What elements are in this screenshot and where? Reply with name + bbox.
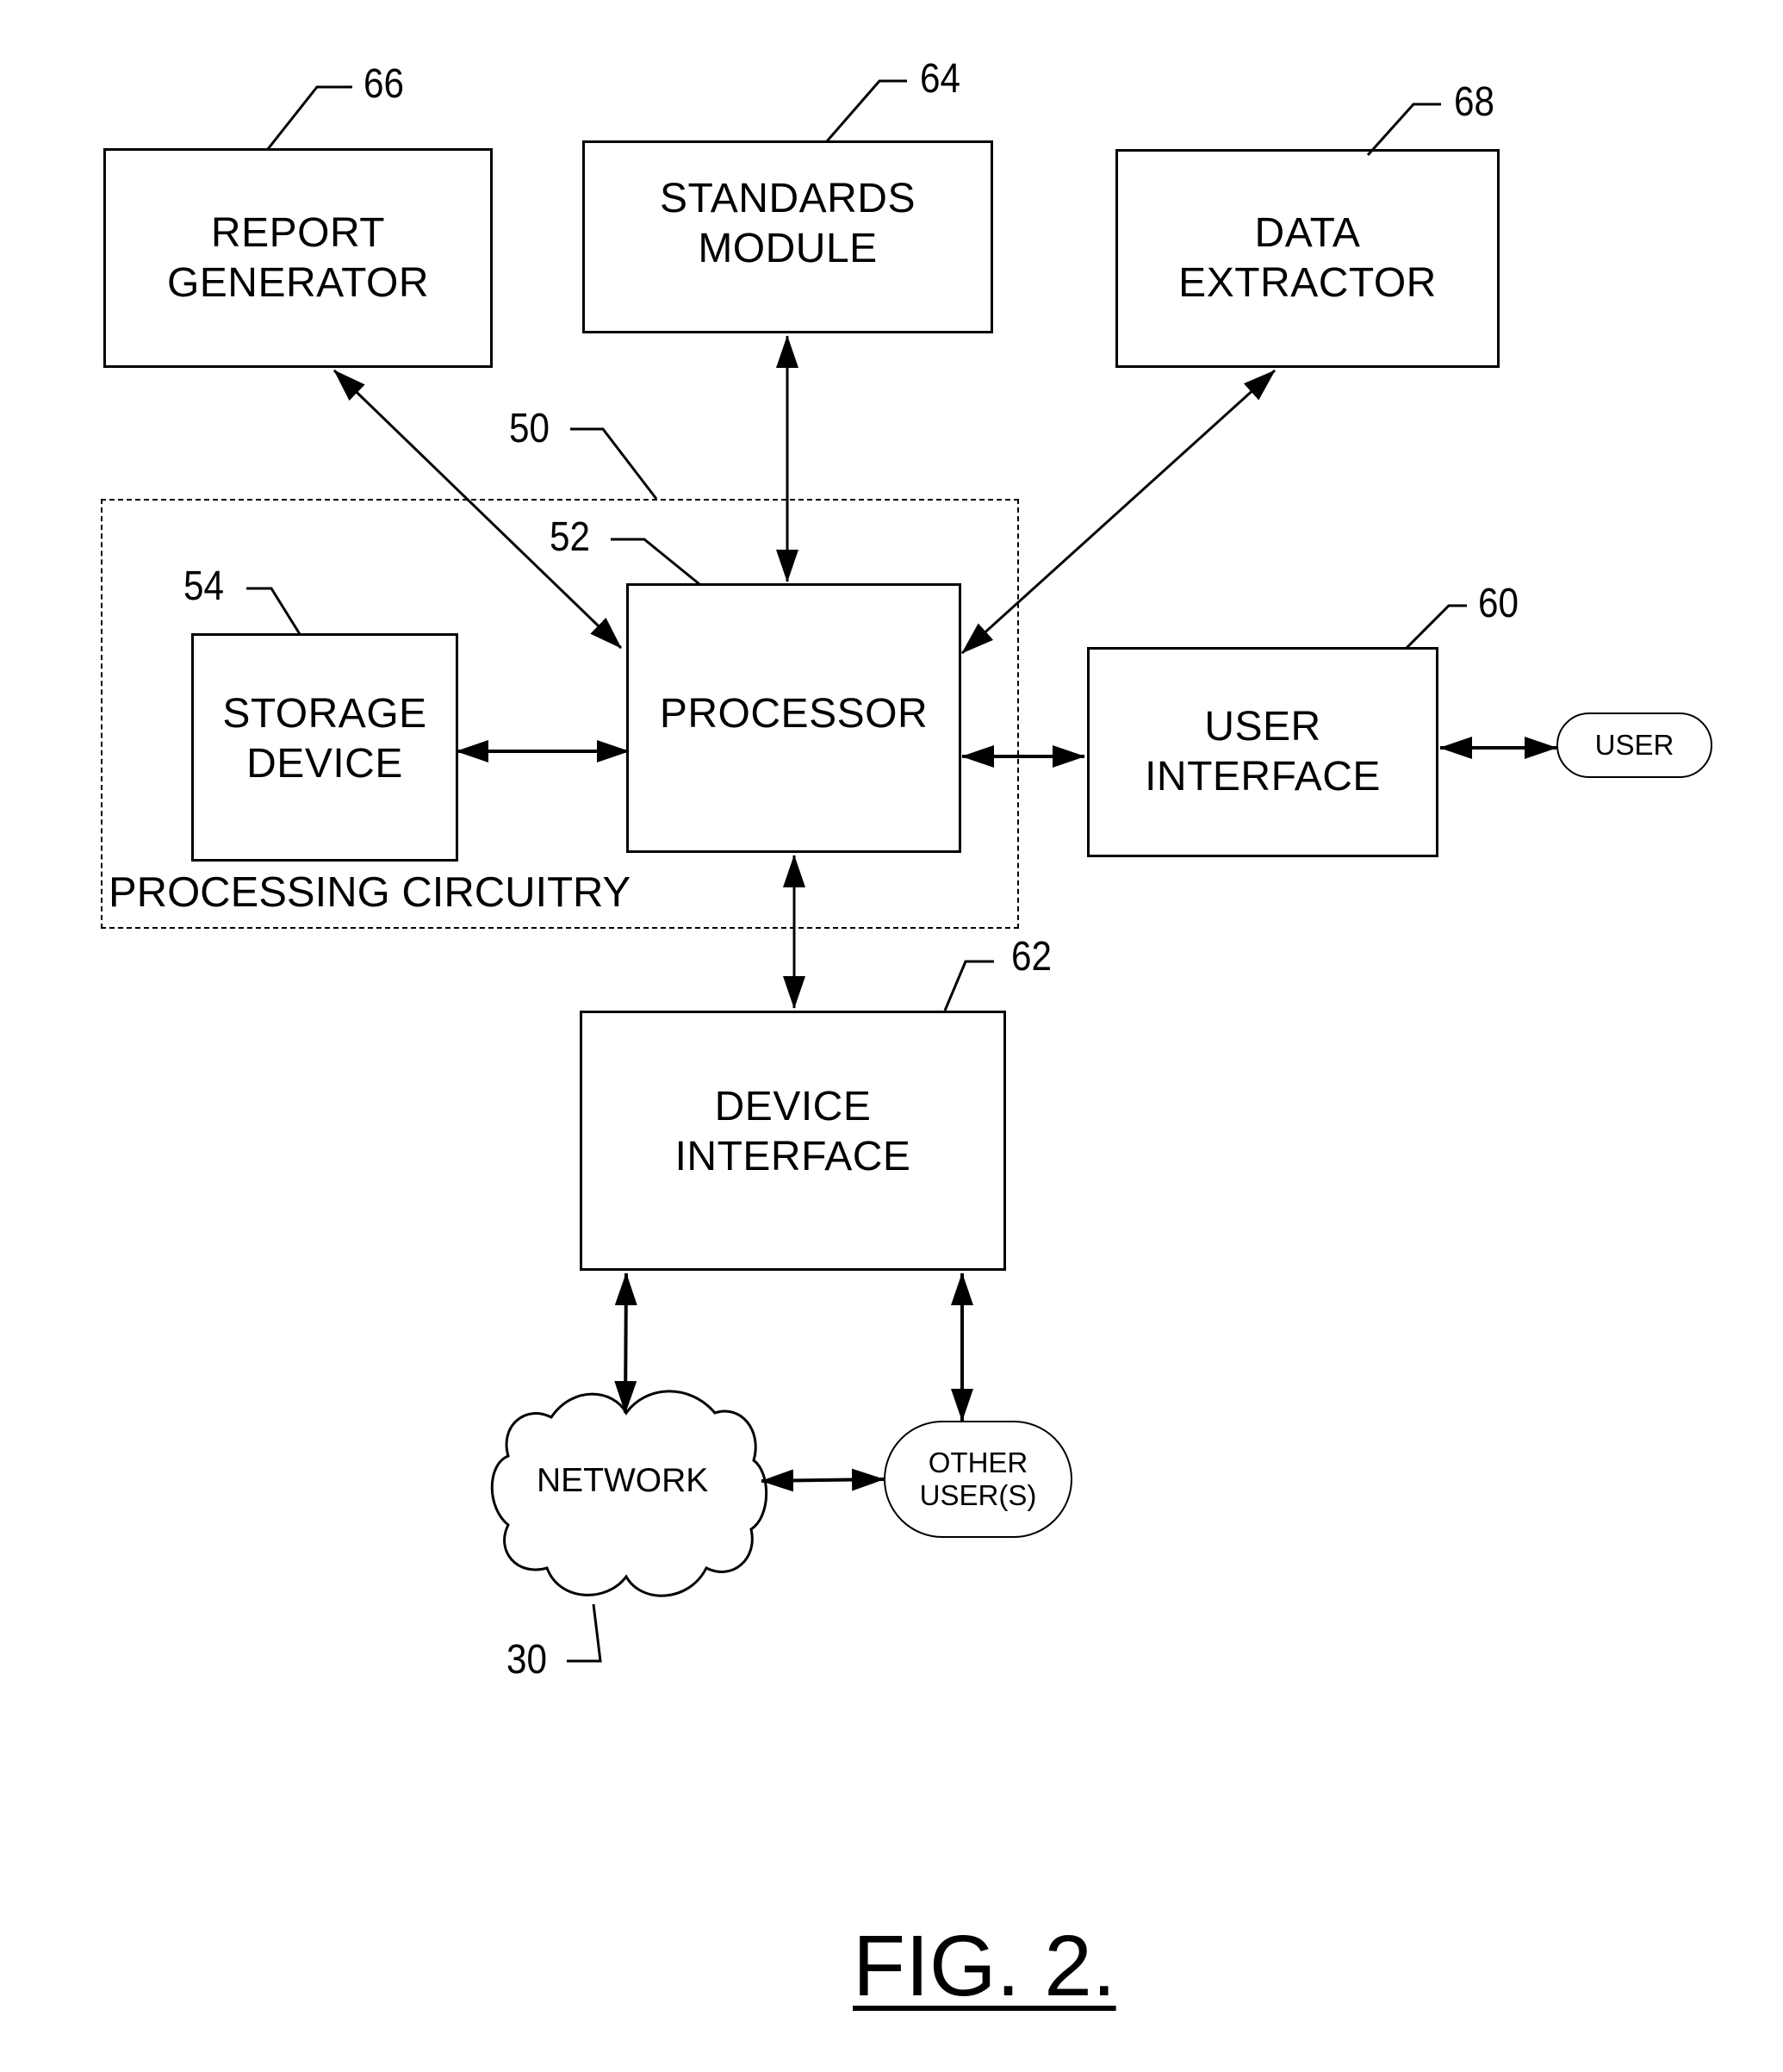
leader-62	[943, 960, 994, 1011]
storage-device-label: STORAGE DEVICE	[222, 690, 427, 787]
device-interface-box: DEVICE INTERFACE	[580, 1011, 1006, 1271]
standards-module-box: STANDARDS MODULE	[582, 140, 993, 333]
ref-numeral-60: 60	[1478, 581, 1519, 626]
ref-numeral-66: 66	[363, 61, 404, 107]
leader-30	[567, 1603, 602, 1663]
user-interface-box: USER INTERFACE	[1087, 647, 1438, 857]
report-generator-box: REPORT GENERATOR	[103, 148, 493, 368]
data-extractor-label: DATA EXTRACTOR	[1178, 210, 1437, 306]
leader-50	[570, 427, 658, 500]
device-interface-label: DEVICE INTERFACE	[674, 1084, 911, 1179]
ref-numeral-68: 68	[1454, 79, 1494, 125]
leader-60	[1405, 604, 1467, 650]
figure-caption: FIG. 2.	[853, 1918, 1116, 2014]
standards-module-label: STANDARDS MODULE	[660, 176, 916, 271]
leader-66	[266, 85, 352, 150]
user-interface-label: USER INTERFACE	[1145, 704, 1381, 800]
processing-circuitry-label: PROCESSING CIRCUITRY	[109, 869, 631, 916]
storage-device-box: STORAGE DEVICE	[191, 633, 458, 862]
user-label: USER	[1594, 729, 1674, 761]
leader-64	[825, 79, 907, 142]
leader-68	[1366, 103, 1441, 157]
arrow-network-other-users	[761, 1468, 885, 1492]
processor-label: PROCESSOR	[659, 691, 929, 737]
report-generator-label: REPORT GENERATOR	[166, 209, 430, 306]
processor-box: PROCESSOR	[626, 583, 961, 853]
other-users-label: OTHER USER(S)	[919, 1447, 1037, 1511]
user-terminal: USER	[1556, 712, 1712, 778]
ref-numeral-54: 54	[183, 563, 224, 609]
ref-numeral-62: 62	[1011, 934, 1052, 980]
ref-numeral-50: 50	[509, 406, 550, 451]
ref-numeral-64: 64	[920, 56, 960, 102]
data-extractor-box: DATA EXTRACTOR	[1115, 149, 1500, 368]
network-label: NETWORK	[537, 1462, 709, 1499]
ref-numeral-52: 52	[550, 514, 590, 560]
other-users-terminal: OTHER USER(S)	[884, 1421, 1072, 1538]
ref-numeral-30: 30	[506, 1637, 547, 1683]
arrow-device-interface-network	[614, 1272, 637, 1414]
patent-figure: PROCESSING CIRCUITRY REPORT GENERATOR ST…	[0, 0, 1783, 2072]
